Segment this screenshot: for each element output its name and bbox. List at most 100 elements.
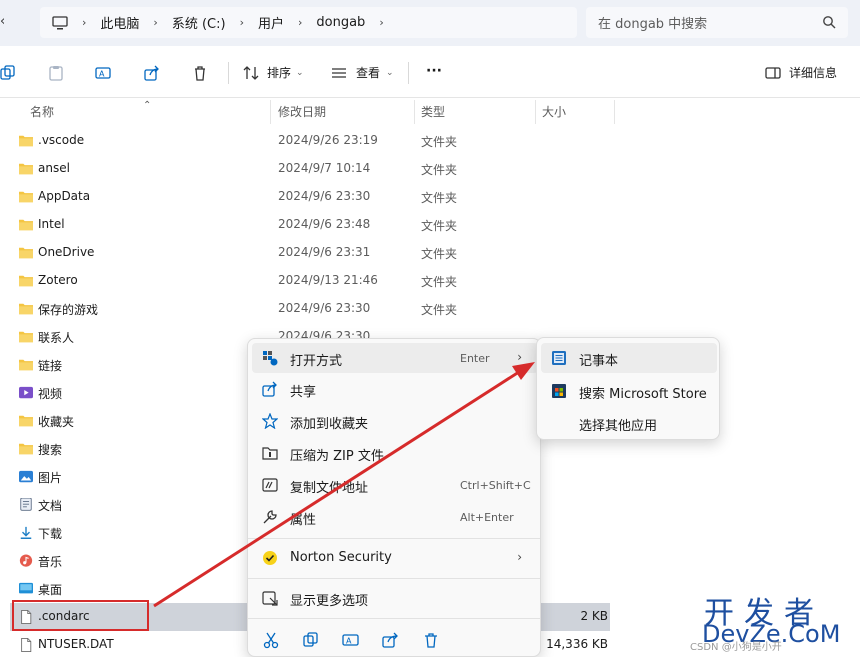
menu-divider bbox=[248, 618, 540, 619]
chevron-down-icon: ⌄ bbox=[386, 68, 394, 78]
paste-icon[interactable] bbox=[48, 65, 64, 81]
file-name: 文档 bbox=[38, 499, 63, 513]
more-options-icon bbox=[262, 591, 278, 606]
file-name: 桌面 bbox=[38, 583, 63, 597]
file-name: .vscode bbox=[38, 133, 85, 147]
desktop-folder-icon bbox=[19, 582, 33, 594]
share-icon[interactable] bbox=[144, 65, 160, 81]
file-date: 2024/9/7 10:14 bbox=[278, 161, 371, 175]
sort-button[interactable]: 排序 bbox=[267, 65, 291, 81]
chevron-right-icon[interactable]: › bbox=[379, 16, 383, 29]
folder-icon bbox=[19, 415, 33, 427]
file-name: 音乐 bbox=[38, 555, 63, 569]
documents-folder-icon bbox=[20, 498, 32, 511]
folder-icon bbox=[19, 303, 33, 315]
file-row[interactable]: AppData 2024/9/6 23:30 文件夹 bbox=[10, 183, 610, 211]
column-header-type[interactable]: 类型 bbox=[421, 98, 445, 126]
copy-icon[interactable] bbox=[302, 631, 320, 649]
menu-item-norton[interactable]: Norton Security › bbox=[252, 543, 538, 573]
menu-item-properties[interactable]: 属性 Alt+Enter bbox=[252, 502, 538, 532]
rename-icon[interactable]: A bbox=[342, 631, 360, 649]
menu-shortcut: Alt+Enter bbox=[460, 511, 514, 524]
share-icon[interactable] bbox=[382, 631, 400, 649]
column-header-size[interactable]: 大小 bbox=[542, 98, 566, 126]
column-header-date[interactable]: 修改日期 bbox=[278, 98, 326, 126]
menu-item-open-with[interactable]: 打开方式 Enter › bbox=[252, 343, 538, 373]
toolbar-divider bbox=[408, 62, 409, 84]
norton-icon bbox=[263, 551, 277, 565]
submenu-item-store[interactable]: 搜索 Microsoft Store bbox=[541, 376, 717, 406]
file-type: 文件夹 bbox=[421, 303, 458, 317]
file-row[interactable]: 保存的游戏 2024/9/6 23:30 文件夹 bbox=[10, 295, 610, 323]
address-bar-area: ‹ › 此电脑 › 系统 (C:) › 用户 › dongab › 在 dong… bbox=[0, 0, 860, 46]
file-name: 下载 bbox=[38, 527, 63, 541]
column-divider[interactable] bbox=[414, 100, 415, 124]
view-button[interactable]: 查看 bbox=[356, 65, 380, 81]
menu-divider bbox=[248, 538, 540, 539]
folder-icon bbox=[19, 135, 33, 147]
menu-item-share[interactable]: 共享 bbox=[252, 374, 538, 404]
file-date: 2024/9/13 21:46 bbox=[278, 273, 378, 287]
column-divider[interactable] bbox=[614, 100, 615, 124]
file-row[interactable]: .vscode 2024/9/26 23:19 文件夹 bbox=[10, 127, 610, 155]
menu-item-add-favorites[interactable]: 添加到收藏夹 bbox=[252, 406, 538, 436]
file-date: 2024/9/6 23:48 bbox=[278, 217, 371, 231]
file-name: NTUSER.DAT bbox=[38, 637, 114, 651]
file-row[interactable]: OneDrive 2024/9/6 23:31 文件夹 bbox=[10, 239, 610, 267]
delete-icon[interactable] bbox=[192, 65, 208, 81]
details-button[interactable]: 详细信息 bbox=[789, 65, 837, 81]
breadcrumb-segment[interactable]: 此电脑 bbox=[100, 7, 139, 38]
file-name: 收藏夹 bbox=[38, 415, 75, 429]
view-icon[interactable] bbox=[331, 65, 347, 81]
file-name: ansel bbox=[38, 161, 70, 175]
highlight-box bbox=[12, 600, 149, 631]
breadcrumb-segment[interactable]: 用户 bbox=[258, 7, 284, 38]
submenu-item-label: 记事本 bbox=[579, 354, 619, 369]
folder-icon bbox=[19, 247, 33, 259]
search-icon bbox=[823, 16, 836, 29]
cut-icon[interactable] bbox=[262, 631, 280, 649]
folder-icon bbox=[19, 275, 33, 287]
column-divider[interactable] bbox=[535, 100, 536, 124]
zip-icon bbox=[262, 447, 278, 460]
column-header-name[interactable]: 名称 bbox=[30, 98, 54, 126]
copy-icon[interactable] bbox=[0, 65, 16, 81]
menu-item-compress-zip[interactable]: 压缩为 ZIP 文件 bbox=[252, 438, 538, 468]
submenu-item-choose-app[interactable]: 选择其他应用 bbox=[541, 408, 717, 438]
file-type: 文件夹 bbox=[421, 275, 458, 289]
delete-icon[interactable] bbox=[422, 631, 440, 649]
menu-item-label: 打开方式 bbox=[290, 354, 343, 369]
file-name: 链接 bbox=[38, 359, 63, 373]
download-icon bbox=[20, 526, 32, 539]
open-with-submenu: 记事本 搜索 Microsoft Store 选择其他应用 bbox=[536, 337, 720, 440]
watermark-csdn: CSDN @小狗是小开 bbox=[690, 642, 782, 653]
search-placeholder: 在 dongab 中搜索 bbox=[598, 17, 708, 32]
sort-icon[interactable] bbox=[243, 65, 259, 81]
file-name: 联系人 bbox=[38, 331, 75, 345]
star-icon bbox=[262, 413, 278, 429]
breadcrumb-segment[interactable]: dongab bbox=[316, 7, 365, 38]
submenu-item-notepad[interactable]: 记事本 bbox=[541, 343, 717, 373]
search-input[interactable]: 在 dongab 中搜索 bbox=[586, 7, 848, 38]
column-divider[interactable] bbox=[270, 100, 271, 124]
music-folder-icon bbox=[19, 554, 33, 567]
file-row[interactable]: Zotero 2024/9/13 21:46 文件夹 bbox=[10, 267, 610, 295]
menu-item-copy-path[interactable]: 复制文件地址 Ctrl+Shift+C bbox=[252, 470, 538, 500]
computer-icon bbox=[52, 15, 68, 29]
details-pane-icon[interactable] bbox=[765, 65, 781, 81]
command-bar: A 排序 ⌄ 查看 ⌄ ··· 详细信息 bbox=[0, 46, 860, 98]
store-icon bbox=[552, 384, 566, 398]
file-row[interactable]: ansel 2024/9/7 10:14 文件夹 bbox=[10, 155, 610, 183]
back-chevron-icon[interactable]: ‹ bbox=[0, 14, 5, 29]
breadcrumb-segment[interactable]: 系统 (C:) bbox=[172, 7, 226, 38]
address-bar[interactable]: › 此电脑 › 系统 (C:) › 用户 › dongab › bbox=[40, 7, 577, 38]
file-name: 视频 bbox=[38, 387, 63, 401]
file-date: 2024/9/6 23:30 bbox=[278, 301, 371, 315]
chevron-right-icon: › bbox=[82, 16, 87, 29]
more-button[interactable]: ··· bbox=[426, 63, 442, 79]
menu-item-label: 复制文件地址 bbox=[290, 481, 369, 496]
folder-icon bbox=[19, 443, 33, 455]
menu-item-show-more[interactable]: 显示更多选项 bbox=[252, 583, 538, 613]
file-row[interactable]: Intel 2024/9/6 23:48 文件夹 bbox=[10, 211, 610, 239]
rename-icon[interactable]: A bbox=[95, 65, 111, 81]
